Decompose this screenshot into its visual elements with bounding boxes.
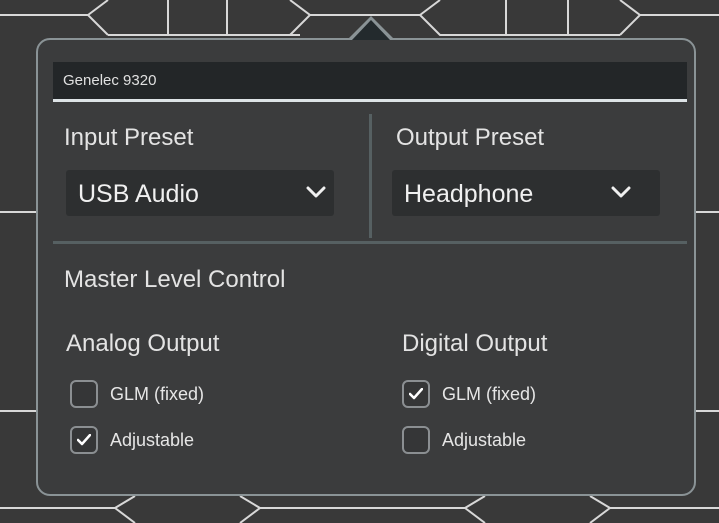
output-preset-dropdown[interactable]: Headphone (392, 170, 660, 216)
analog-glm-fixed-checkbox[interactable]: GLM (fixed) (70, 380, 270, 410)
checkmark-icon (77, 434, 91, 446)
checkbox-checked[interactable] (70, 426, 98, 454)
input-preset-value: USB Audio (78, 180, 199, 208)
output-preset-value: Headphone (404, 180, 534, 208)
chevron-down-icon (306, 186, 326, 198)
section-divider (53, 241, 687, 244)
analog-output-label: Analog Output (66, 330, 220, 357)
digital-output-label: Digital Output (402, 330, 548, 357)
checkbox-label: GLM (fixed) (110, 384, 205, 404)
device-name: Genelec 9320 (63, 72, 157, 89)
checkbox-label: Adjustable (442, 430, 527, 450)
checkmark-icon (409, 388, 423, 400)
checkbox-label: Adjustable (110, 430, 195, 450)
input-preset-label: Input Preset (64, 124, 194, 151)
checkbox-unchecked[interactable] (70, 380, 98, 408)
digital-glm-fixed-checkbox[interactable]: GLM (fixed) (402, 380, 602, 410)
popover-caret-fill (352, 20, 390, 40)
chevron-down-icon (611, 186, 631, 198)
preset-divider (369, 114, 372, 238)
output-preset-label: Output Preset (396, 124, 545, 151)
checkbox-label: GLM (fixed) (442, 384, 537, 404)
checkbox-unchecked[interactable] (402, 426, 430, 454)
input-preset-dropdown[interactable]: USB Audio (66, 170, 334, 216)
device-settings-popover: Genelec 9320 Input Preset USB Audio Outp… (36, 38, 696, 496)
master-level-label: Master Level Control (64, 266, 286, 293)
analog-adjustable-checkbox[interactable]: Adjustable (70, 426, 270, 456)
checkbox-checked[interactable] (402, 380, 430, 408)
digital-adjustable-checkbox[interactable]: Adjustable (402, 426, 602, 456)
device-header: Genelec 9320 (53, 62, 687, 102)
